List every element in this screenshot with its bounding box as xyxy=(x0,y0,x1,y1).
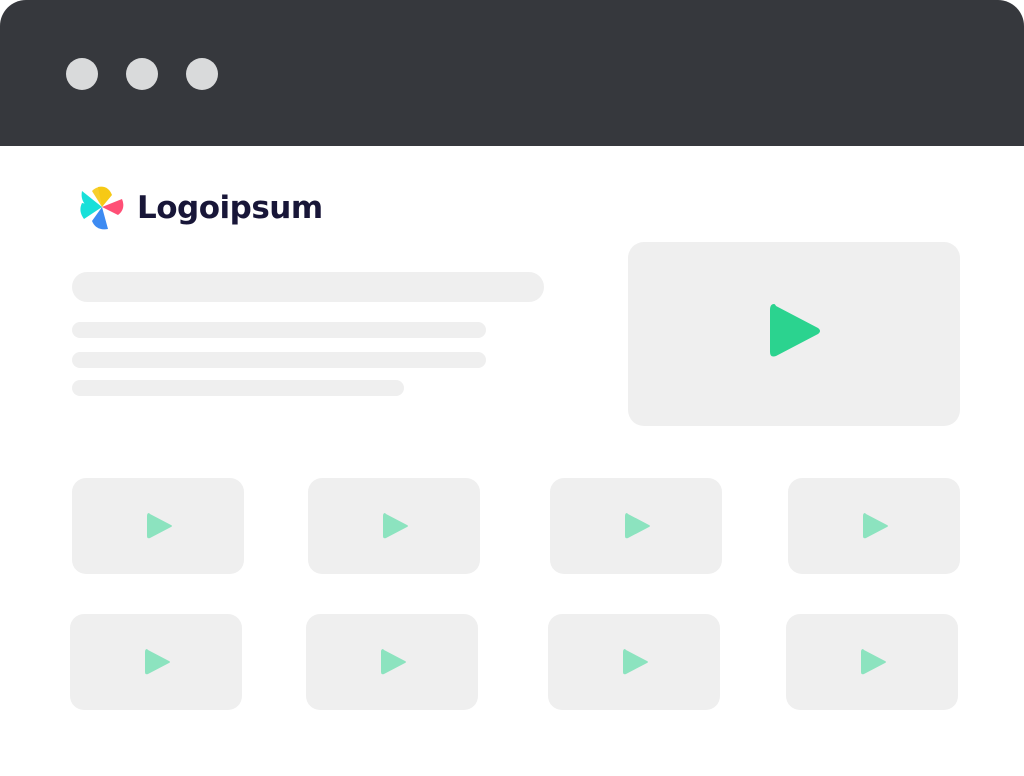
window-minimize-dot[interactable] xyxy=(126,58,158,90)
play-icon xyxy=(861,649,886,675)
video-thumbnail[interactable] xyxy=(308,478,480,574)
play-icon xyxy=(147,513,172,539)
window-maximize-dot[interactable] xyxy=(186,58,218,90)
play-icon[interactable] xyxy=(768,300,824,362)
video-thumbnail[interactable] xyxy=(306,614,478,710)
play-icon xyxy=(145,649,170,675)
featured-video[interactable] xyxy=(628,242,960,426)
video-thumbnail[interactable] xyxy=(786,614,958,710)
play-icon xyxy=(381,649,406,675)
brand-logo[interactable]: Logoipsum xyxy=(78,185,323,231)
play-icon xyxy=(863,513,888,539)
brand-name: Logoipsum xyxy=(137,190,323,226)
text-line-placeholder xyxy=(72,352,486,368)
text-line-placeholder xyxy=(72,380,404,396)
title-bar xyxy=(0,0,1024,146)
play-icon xyxy=(625,513,650,539)
play-icon xyxy=(383,513,408,539)
play-icon xyxy=(623,649,648,675)
video-thumbnail[interactable] xyxy=(70,614,242,710)
window-close-dot[interactable] xyxy=(66,58,98,90)
browser-window: Logoipsum xyxy=(0,0,1024,776)
page-content: Logoipsum xyxy=(0,146,1024,776)
title-placeholder xyxy=(72,272,544,302)
video-thumbnail[interactable] xyxy=(548,614,720,710)
text-line-placeholder xyxy=(72,322,486,338)
video-thumbnail[interactable] xyxy=(788,478,960,574)
video-thumbnail[interactable] xyxy=(72,478,244,574)
logo-mark-icon xyxy=(80,186,124,230)
video-thumbnail[interactable] xyxy=(550,478,722,574)
